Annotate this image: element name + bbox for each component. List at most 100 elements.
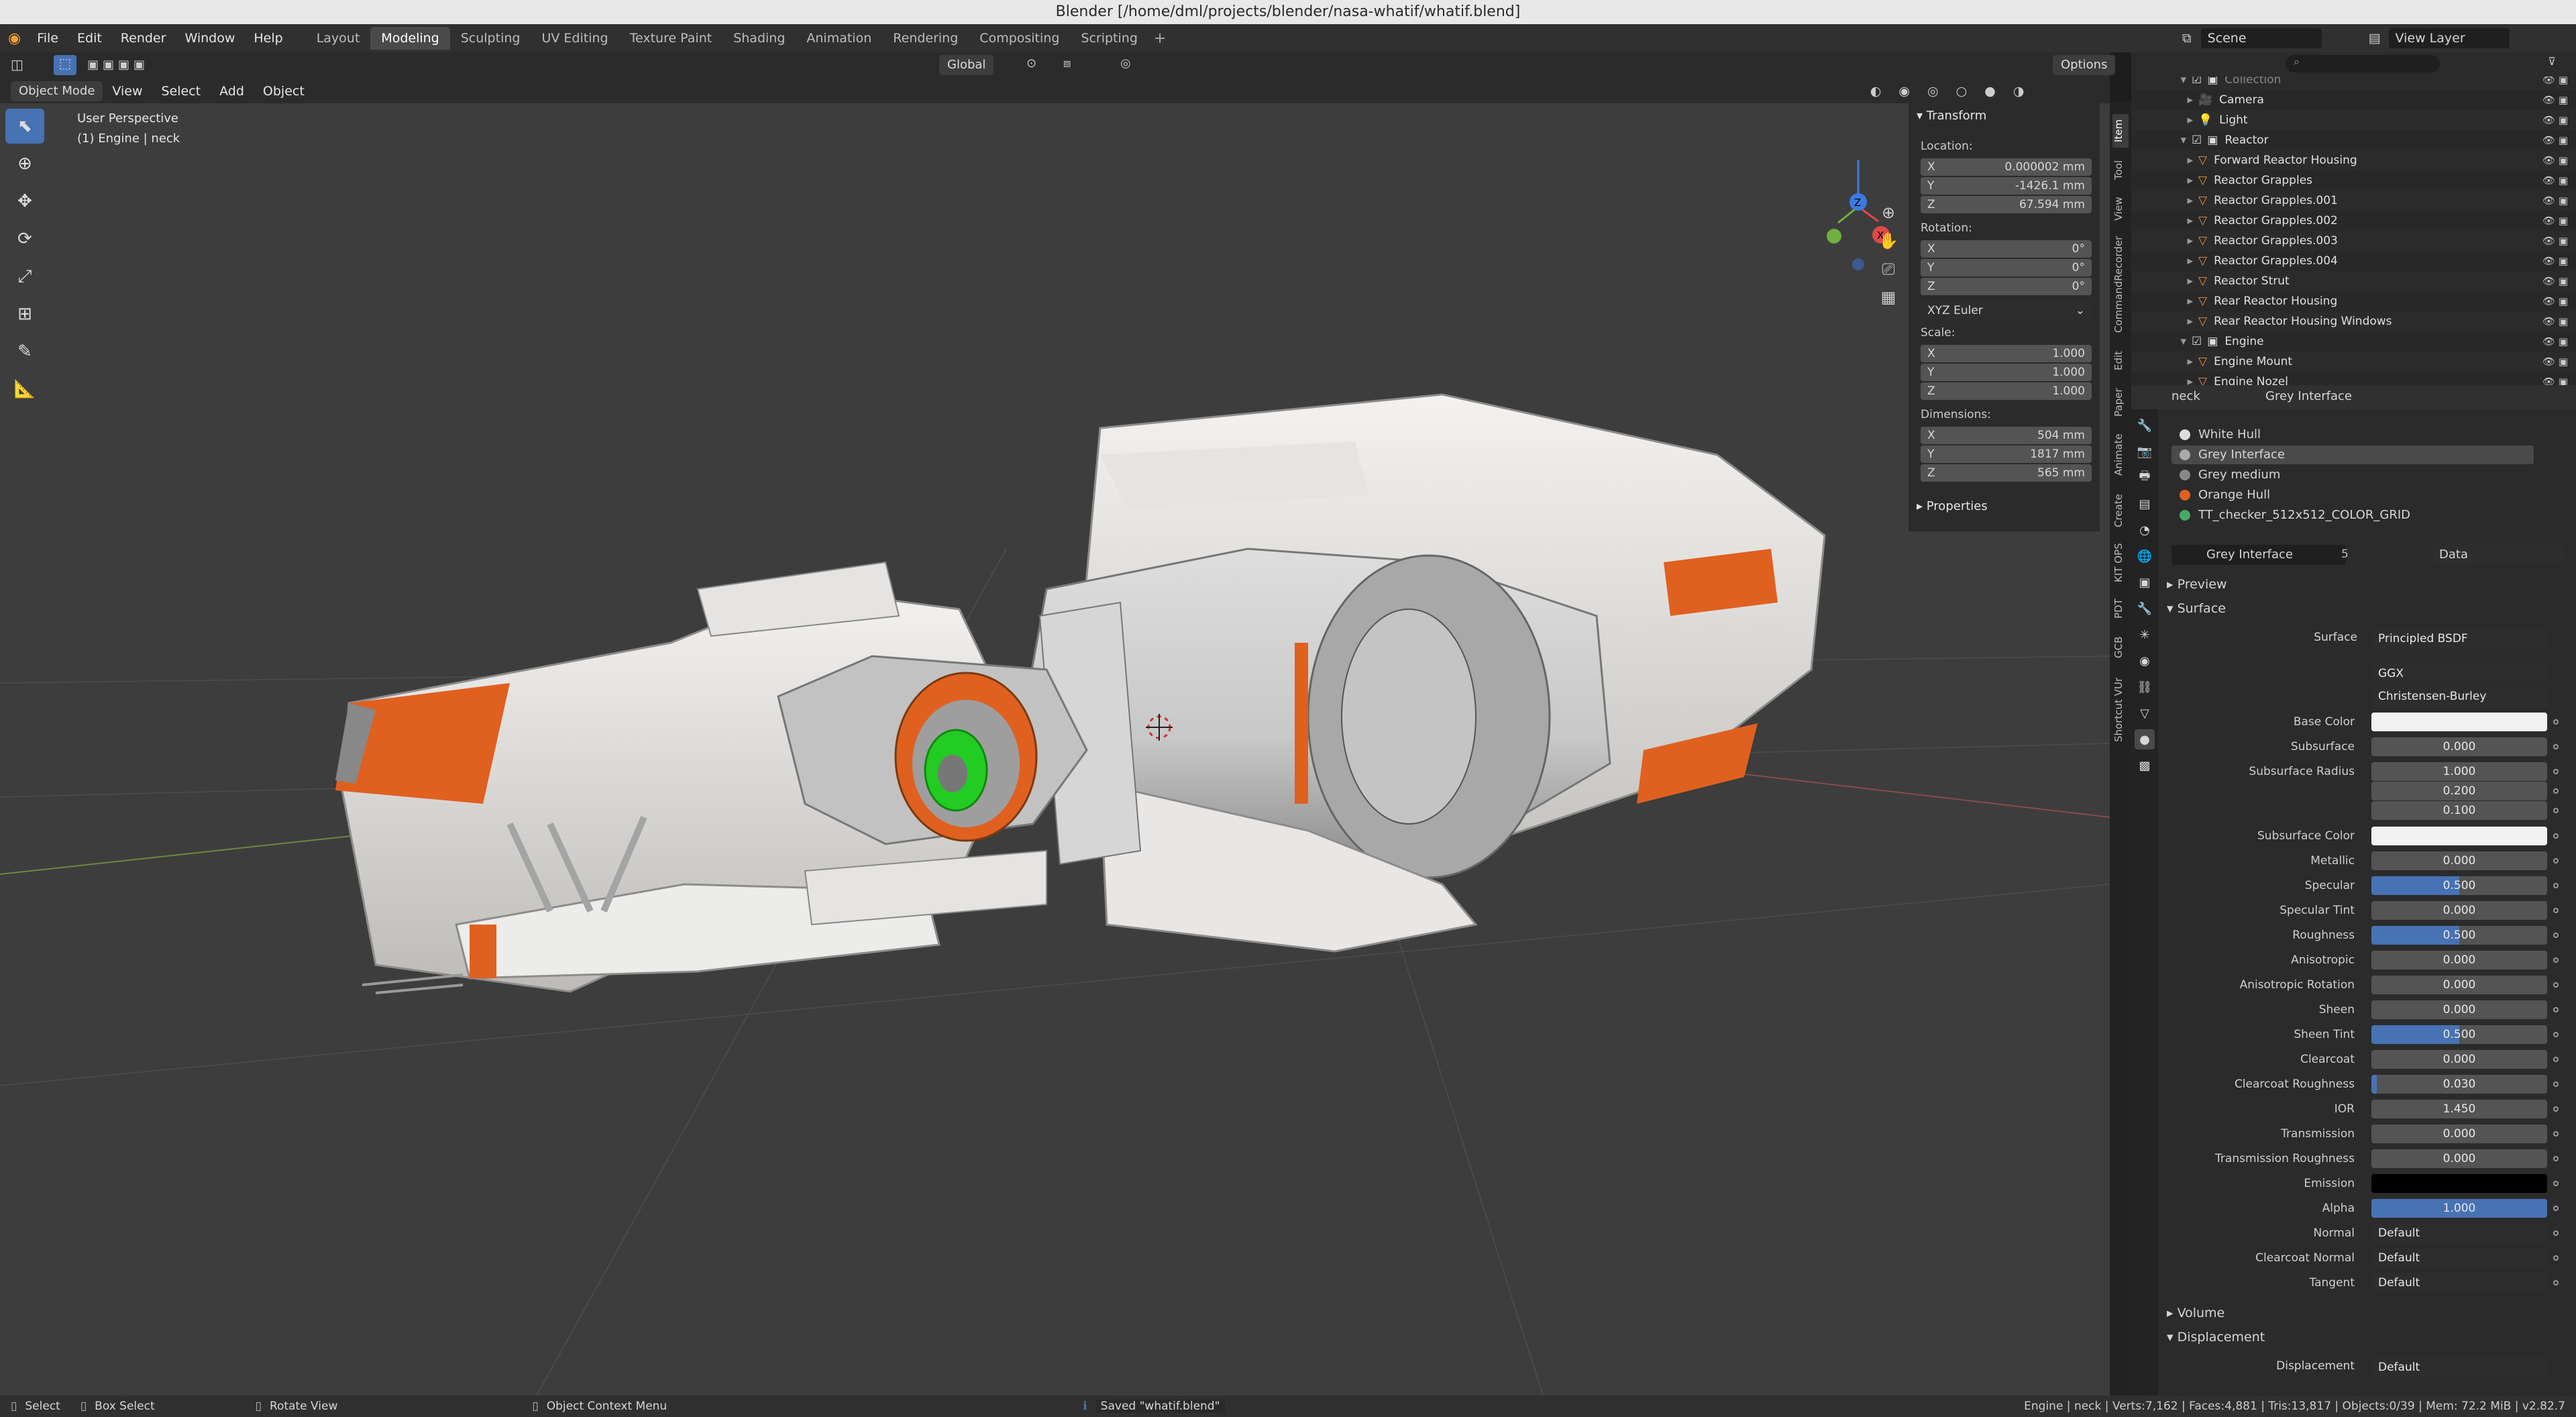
visibility-toggle-icon[interactable]: 👁 ▣ <box>2542 110 2568 130</box>
visibility-toggle-icon[interactable]: 👁 ▣ <box>2542 372 2568 385</box>
outliner-row[interactable]: ▸ ▽ Engine Mount 👁 ▣ <box>2131 352 2576 372</box>
location-y-field[interactable]: Y -1426.1 mm <box>1921 177 2092 195</box>
expand-arrow-icon[interactable]: ▸ <box>2131 211 2198 231</box>
socket-dot-icon[interactable] <box>2553 883 2559 888</box>
param-slider-field[interactable]: 0.030 <box>2371 1075 2547 1094</box>
sidebar-tab[interactable]: Animate <box>2112 428 2129 482</box>
param-slider-field[interactable]: 0.500 <box>2371 876 2547 895</box>
outliner-row[interactable]: ▸ ▽ Rear Reactor Housing 👁 ▣ <box>2131 291 2576 311</box>
sidebar-tab[interactable]: Shortcut VUr <box>2112 670 2129 750</box>
grid-view-icon[interactable]: ▦ <box>1875 283 1902 311</box>
gizmo-neg-z[interactable] <box>1852 258 1864 270</box>
param-slider-field[interactable]: 0.200 <box>2371 782 2547 800</box>
outliner-row[interactable]: ▸ 💡 Light 👁 ▣ <box>2131 110 2576 130</box>
output-tab-icon[interactable]: 🖶 <box>2135 468 2155 488</box>
material-slot[interactable]: White Hull <box>2171 425 2534 444</box>
dimensions-y-field[interactable]: Y 1817 mm <box>1921 445 2092 463</box>
socket-dot-icon[interactable] <box>2553 769 2559 774</box>
param-select-field[interactable]: Default <box>2371 1273 2547 1292</box>
param-slider-field[interactable]: 0.000 <box>2371 851 2547 870</box>
socket-dot-icon[interactable] <box>2553 719 2559 725</box>
surface-panel-header[interactable]: ▾ Surface <box>2167 601 2226 616</box>
displacement-panel-header[interactable]: ▾ Displacement <box>2167 1330 2265 1345</box>
scene-tab-icon[interactable]: ◔ <box>2135 520 2155 540</box>
filter-icon[interactable]: ⊽ <box>2548 55 2556 68</box>
visibility-toggle-icon[interactable]: 👁 ▣ <box>2542 271 2568 291</box>
material-tab-icon[interactable]: ● <box>2135 729 2155 749</box>
data-tab-icon[interactable]: ▽ <box>2135 703 2155 723</box>
sidebar-tab[interactable]: View <box>2112 192 2129 225</box>
snap-icon[interactable]: ⧈ <box>1063 56 1071 70</box>
outliner-row[interactable]: ▸ ▽ Reactor Grapples 👁 ▣ <box>2131 170 2576 191</box>
menu-window[interactable]: Window <box>175 31 244 46</box>
socket-dot-icon[interactable] <box>2553 1032 2559 1037</box>
visibility-toggle-icon[interactable]: 👁 ▣ <box>2542 251 2568 271</box>
subsurface-method-dropdown[interactable]: Christensen-Burley <box>2371 687 2547 706</box>
cursor-tool-icon[interactable]: ⊕ <box>5 146 44 181</box>
expand-arrow-icon[interactable]: ▸ <box>2131 90 2198 110</box>
socket-dot-icon[interactable] <box>2553 1057 2559 1062</box>
menu-add[interactable]: Add <box>210 84 254 99</box>
expand-arrow-icon[interactable]: ▸ <box>2131 191 2198 211</box>
socket-dot-icon[interactable] <box>2553 788 2559 794</box>
visibility-toggle-icon[interactable]: 👁 ▣ <box>2542 170 2568 191</box>
zoom-icon[interactable]: ⊕ <box>1875 199 1902 227</box>
socket-dot-icon[interactable] <box>2553 1280 2559 1285</box>
annotate-tool-icon[interactable]: ✎ <box>5 334 44 369</box>
expand-arrow-icon[interactable]: ▸ <box>2131 110 2198 130</box>
socket-dot-icon[interactable] <box>2553 908 2559 913</box>
editor-type-icon[interactable]: ◫ <box>11 56 23 72</box>
visibility-toggle-icon[interactable]: 👁 ▣ <box>2542 130 2568 150</box>
material-slot[interactable]: Orange Hull <box>2171 486 2534 505</box>
sidebar-tab[interactable]: Paper <box>2112 382 2129 423</box>
texture-tab-icon[interactable]: ▩ <box>2135 755 2155 776</box>
tool-tab-icon[interactable]: 🔧 <box>2135 415 2155 435</box>
transform-tool-icon[interactable]: ⊞ <box>5 297 44 331</box>
socket-dot-icon[interactable] <box>2553 808 2559 813</box>
sidebar-tab[interactable]: KIT OPS <box>2112 539 2129 586</box>
visibility-toggle-icon[interactable]: 👁 ▣ <box>2542 191 2568 211</box>
object-tab-icon[interactable]: ▣ <box>2135 572 2155 592</box>
properties-panel-title[interactable]: ▸ Properties <box>1917 499 1988 513</box>
tab-shading[interactable]: Shading <box>722 27 796 50</box>
outliner-row[interactable]: ▾ ☑ ▣ Collection 👁 ▣ <box>2131 76 2576 90</box>
outliner-row[interactable]: ▸ ▽ Reactor Grapples.003 👁 ▣ <box>2131 231 2576 251</box>
material-slot[interactable]: Grey Interface <box>2171 445 2534 464</box>
physics-tab-icon[interactable]: ◉ <box>2135 651 2155 671</box>
distribution-dropdown[interactable]: GGX <box>2371 664 2547 683</box>
move-tool-icon[interactable]: ✥ <box>5 184 44 219</box>
add-workspace-icon[interactable]: + <box>1154 30 1166 47</box>
scale-x-field[interactable]: X 1.000 <box>1921 345 2092 362</box>
menu-render[interactable]: Render <box>111 31 176 46</box>
engine-model[interactable] <box>335 561 1088 994</box>
sidebar-tab[interactable]: Edit <box>2112 344 2129 377</box>
param-slider-field[interactable]: 0.000 <box>2371 1050 2547 1069</box>
displacement-field[interactable]: Default <box>2371 1358 2547 1377</box>
material-slot[interactable]: Grey medium <box>2171 466 2534 484</box>
visibility-toggle-icon[interactable]: 👁 ▣ <box>2542 150 2568 170</box>
param-select-field[interactable]: Default <box>2371 1224 2547 1243</box>
param-slider-field[interactable]: 0.000 <box>2371 951 2547 969</box>
scale-tool-icon[interactable]: ⤢ <box>5 259 44 294</box>
reactor-model[interactable] <box>1018 393 1826 953</box>
measure-tool-icon[interactable]: 📐 <box>5 372 44 407</box>
expand-arrow-icon[interactable]: ▸ <box>2131 291 2198 311</box>
tab-layout[interactable]: Layout <box>306 27 371 50</box>
expand-arrow-icon[interactable]: ▸ <box>2131 352 2198 372</box>
param-slider-field[interactable]: 0.000 <box>2371 1124 2547 1143</box>
menu-object[interactable]: Object <box>254 84 314 99</box>
socket-dot-icon[interactable] <box>2553 1131 2559 1137</box>
visibility-toggle-icon[interactable]: 👁 ▣ <box>2542 291 2568 311</box>
outliner-row[interactable]: ▸ ▽ Reactor Grapples.001 👁 ▣ <box>2131 191 2576 211</box>
dimensions-z-field[interactable]: Z 565 mm <box>1921 464 2092 482</box>
outliner-row[interactable]: ▾ ☑ ▣ Engine 👁 ▣ <box>2131 331 2576 352</box>
tab-sculpting[interactable]: Sculpting <box>450 27 531 50</box>
rotation-y-field[interactable]: Y 0° <box>1921 259 2092 276</box>
outliner-row[interactable]: ▸ ▽ Forward Reactor Housing 👁 ▣ <box>2131 150 2576 170</box>
color-swatch-field[interactable] <box>2371 713 2547 731</box>
visibility-toggle-icon[interactable]: 👁 ▣ <box>2542 90 2568 110</box>
pivot-icon[interactable]: ⊙ <box>1026 56 1036 70</box>
tab-scripting[interactable]: Scripting <box>1070 27 1148 50</box>
outliner-row[interactable]: ▸ ▽ Engine Nozel 👁 ▣ <box>2131 372 2576 385</box>
select-tool-icon[interactable]: ⬉ <box>5 109 44 144</box>
